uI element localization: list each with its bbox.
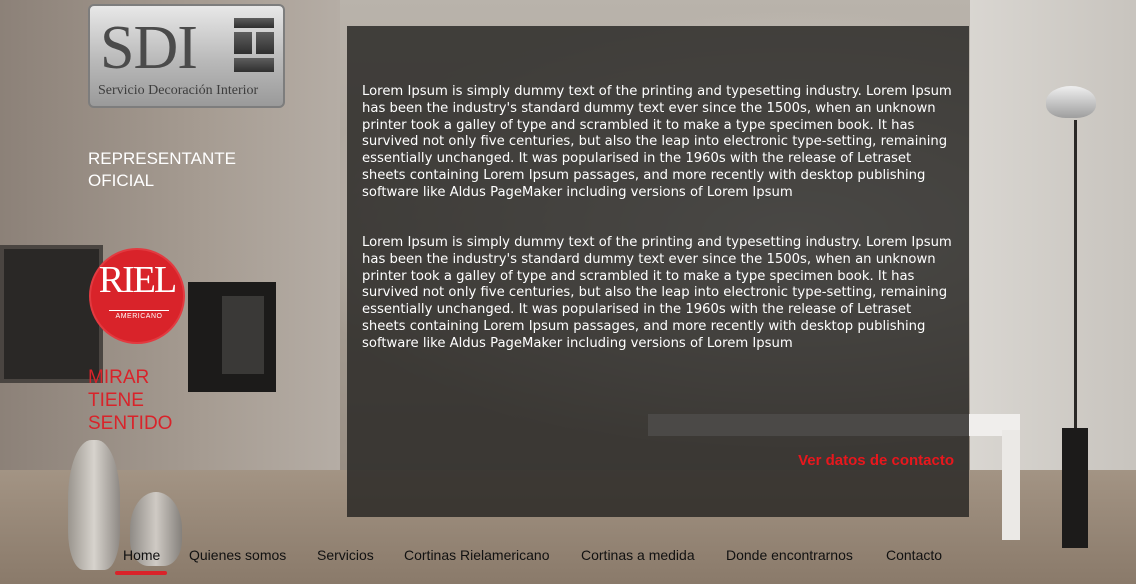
content-paragraph: Lorem Ipsum is simply dummy text of the … [362, 235, 952, 351]
slogan-line: MIRAR [88, 367, 150, 388]
nav-item-cortinas-rielamericano[interactable]: Cortinas Rielamericano [404, 547, 550, 563]
nav-active-indicator [115, 571, 167, 575]
slogan: MIRAR TIENE SENTIDO [88, 366, 172, 435]
nav-item-servicios[interactable]: Servicios [317, 547, 374, 563]
content-paragraph: Lorem Ipsum is simply dummy text of the … [362, 84, 952, 200]
representante-oficial-label: REPRESENTANTE OFICIAL [88, 149, 236, 190]
contact-details-link[interactable]: Ver datos de contacto [798, 452, 954, 469]
nav-item-cortinas-a-medida[interactable]: Cortinas a medida [581, 547, 695, 563]
logo-text: SDI [100, 14, 198, 82]
slogan-line: TIENE [88, 390, 144, 411]
sdi-square-mark-icon [234, 18, 274, 74]
riel-americano-logo[interactable]: RIEL AMERICANO [91, 250, 183, 342]
site-logo[interactable]: SDI Servicio Decoración Interior [88, 4, 285, 108]
riel-logo-sub: AMERICANO [109, 310, 169, 320]
nav-item-home[interactable]: Home [123, 547, 160, 563]
main-nav: Home Quienes somos Servicios Cortinas Ri… [0, 540, 1136, 584]
nav-item-quienes-somos[interactable]: Quienes somos [189, 547, 286, 563]
content-panel: Lorem Ipsum is simply dummy text of the … [347, 26, 969, 517]
slogan-line: SENTIDO [88, 413, 173, 434]
logo-subtitle: Servicio Decoración Interior [98, 83, 259, 98]
nav-item-contacto[interactable]: Contacto [886, 547, 942, 563]
riel-logo-name: RIEL [98, 259, 177, 301]
nav-item-donde-encontrarnos[interactable]: Donde encontrarnos [726, 547, 853, 563]
